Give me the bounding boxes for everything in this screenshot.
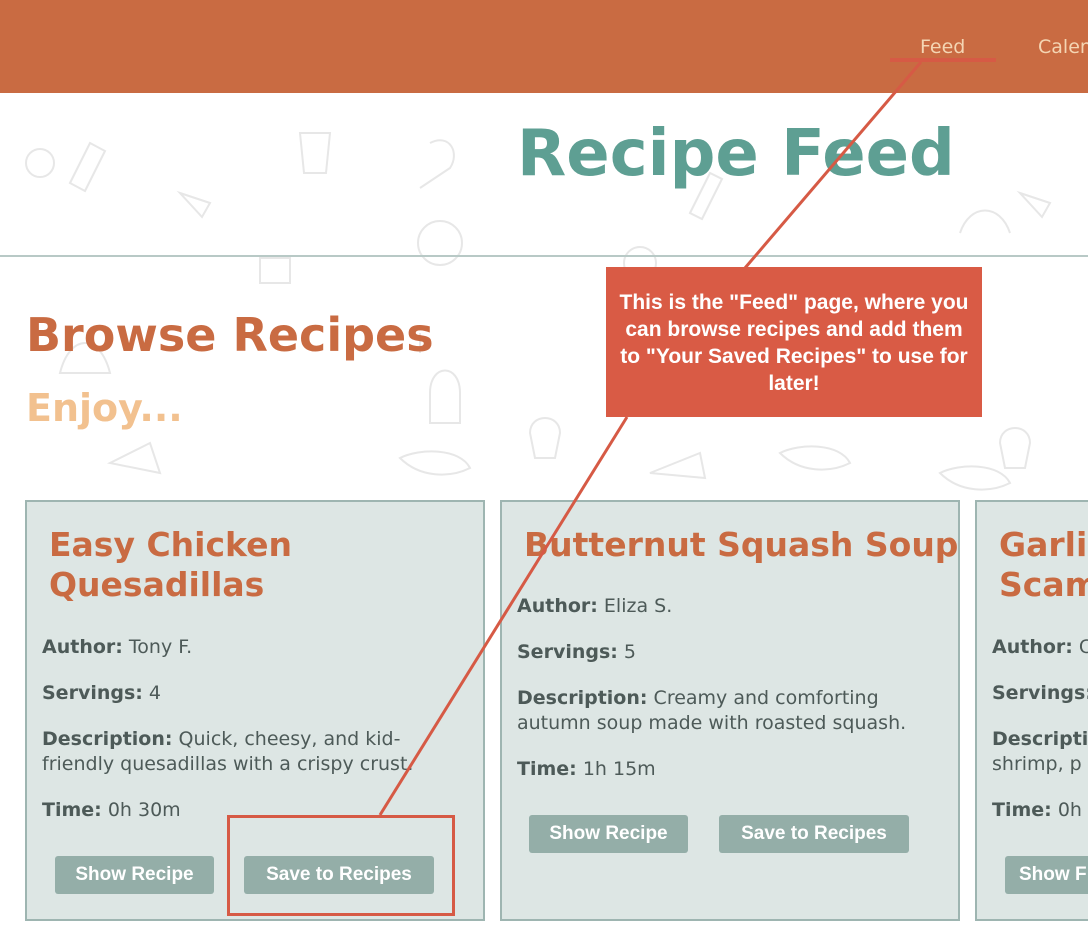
author-label: Author:	[42, 636, 123, 658]
recipe-time: Time: 0h	[992, 798, 1082, 823]
recipe-servings: Servings: 4	[42, 681, 161, 706]
description-label: Descripti	[992, 728, 1088, 750]
author-value: Tony F.	[128, 636, 193, 658]
recipe-author: Author: C	[992, 635, 1088, 660]
recipe-author: Author: Tony F.	[42, 635, 192, 660]
save-to-recipes-button[interactable]: Save to Recipes	[719, 815, 909, 853]
description-label: Description:	[42, 728, 173, 750]
page-title: Recipe Feed	[517, 117, 955, 191]
author-value: C	[1079, 636, 1088, 658]
recipe-time: Time: 0h 30m	[42, 798, 181, 823]
recipe-author: Author: Eliza S.	[517, 594, 672, 619]
recipe-servings: Servings: 5	[517, 640, 636, 665]
recipe-title-line: Scam	[999, 565, 1088, 604]
servings-label: Servings:	[992, 682, 1088, 704]
annotation-highlight-box	[227, 815, 455, 916]
servings-label: Servings:	[42, 682, 143, 704]
time-value: 1h 15m	[582, 758, 656, 780]
time-value: 0h 30m	[107, 799, 181, 821]
recipe-title-line: Butternut Squash Soup	[524, 525, 959, 564]
annotation-callout: This is the "Feed" page, where you can b…	[606, 267, 982, 417]
recipe-title-line: Easy Chicken	[49, 525, 292, 564]
time-label: Time:	[42, 799, 102, 821]
time-label: Time:	[517, 758, 577, 780]
show-recipe-button[interactable]: Show F	[1005, 856, 1088, 894]
nav-highlight-underline	[890, 58, 996, 62]
recipe-title: Easy Chicken Quesadillas	[49, 525, 292, 605]
author-label: Author:	[517, 595, 598, 617]
author-label: Author:	[992, 636, 1073, 658]
recipe-description: Descripti shrimp, p	[992, 727, 1088, 777]
section-subtitle: Enjoy...	[26, 386, 183, 430]
recipe-description: Description: Quick, cheesy, and kid-frie…	[42, 727, 452, 777]
description-value: shrimp, p	[992, 753, 1082, 775]
recipe-title-line: Quesadillas	[49, 565, 265, 604]
time-label: Time:	[992, 799, 1052, 821]
recipe-card: Butternut Squash Soup Author: Eliza S. S…	[500, 500, 960, 921]
description-label: Description:	[517, 687, 648, 709]
recipe-time: Time: 1h 15m	[517, 757, 656, 782]
top-navbar: Feed Calen	[0, 0, 1088, 93]
servings-label: Servings:	[517, 641, 618, 663]
recipe-servings: Servings:	[992, 681, 1088, 706]
show-recipe-button[interactable]: Show Recipe	[529, 815, 688, 853]
recipe-card: Garlic Scam Author: C Servings: Descript…	[975, 500, 1088, 921]
recipe-description: Description: Creamy and comforting autum…	[517, 686, 942, 736]
recipe-title: Garlic Scam	[999, 525, 1088, 605]
show-recipe-button[interactable]: Show Recipe	[55, 856, 214, 894]
nav-link-feed[interactable]: Feed	[920, 36, 965, 58]
recipe-title-line: Garlic	[999, 525, 1088, 564]
section-title: Browse Recipes	[26, 308, 434, 362]
time-value: 0h	[1057, 799, 1082, 821]
recipe-title: Butternut Squash Soup	[524, 525, 958, 565]
nav-link-calendar[interactable]: Calen	[1038, 36, 1088, 58]
author-value: Eliza S.	[603, 595, 673, 617]
servings-value: 4	[148, 682, 162, 704]
servings-value: 5	[623, 641, 637, 663]
